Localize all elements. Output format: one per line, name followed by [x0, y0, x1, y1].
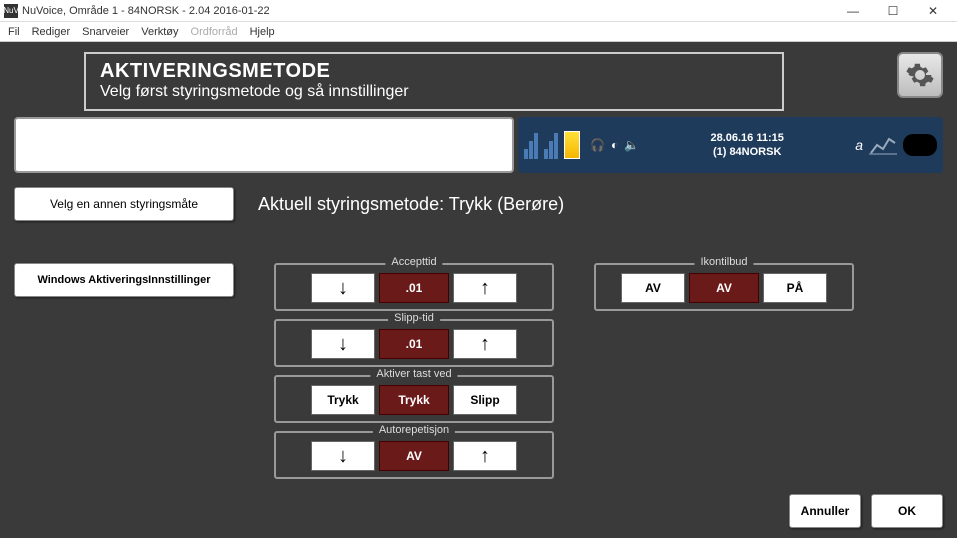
battery-icon: [564, 131, 580, 159]
autorep-decrease-button[interactable]: ↓: [311, 441, 375, 471]
arrow-down-icon: ↓: [338, 278, 348, 298]
menu-verktoy[interactable]: Verktøy: [141, 26, 178, 38]
font-size-indicator[interactable]: a: [855, 137, 863, 153]
mini-icons: 🎧 ◐ 🔈: [590, 138, 639, 152]
status-area: (1) 84NORSK: [647, 145, 847, 159]
menu-ordforrad[interactable]: Ordforråd: [191, 26, 238, 38]
accepttid-value: .01: [379, 273, 449, 303]
volume-bars-icon: [524, 131, 538, 159]
speaker-icon: 🔈: [624, 138, 639, 152]
group-label-ikontilbud: Ikontilbud: [694, 256, 753, 268]
close-button[interactable]: ✕: [913, 1, 953, 21]
page-subtitle: Velg først styringsmetode og så innstill…: [100, 83, 768, 101]
group-ikontilbud: Ikontilbud AV AV PÅ: [594, 263, 854, 311]
maximize-button[interactable]: ☐: [873, 1, 913, 21]
group-label-accepttid: Accepttid: [385, 256, 442, 268]
signal-bars-icon: [544, 131, 558, 159]
text-output-area[interactable]: [14, 117, 514, 173]
headphones-icon: 🎧: [590, 138, 605, 152]
arrow-down-icon: ↓: [338, 446, 348, 466]
menu-rediger[interactable]: Rediger: [32, 26, 71, 38]
footer-buttons: Annuller OK: [789, 494, 943, 528]
menu-hjelp[interactable]: Hjelp: [250, 26, 275, 38]
chart-icon[interactable]: [869, 135, 897, 155]
windows-activation-settings-button[interactable]: Windows AktiveringsInnstillinger: [14, 263, 234, 297]
arrow-up-icon: ↑: [480, 278, 490, 298]
current-mode-label: Aktuell styringsmetode: Trykk (Berøre): [258, 194, 564, 215]
ikontilbud-pa-option[interactable]: PÅ: [763, 273, 827, 303]
app-body: AKTIVERINGSMETODE Velg først styringsmet…: [0, 42, 957, 538]
arrow-down-icon: ↓: [338, 334, 348, 354]
group-slipptid: Slipp-tid ↓ .01 ↑: [274, 319, 554, 367]
ikontilbud-av-option[interactable]: AV: [621, 273, 685, 303]
group-aktiver-tast: Aktiver tast ved Trykk Trykk Slipp: [274, 375, 554, 423]
slipptid-value: .01: [379, 329, 449, 359]
arrow-up-icon: ↑: [480, 334, 490, 354]
cancel-button[interactable]: Annuller: [789, 494, 861, 528]
page-title: AKTIVERINGSMETODE: [100, 60, 768, 83]
autorep-value: AV: [379, 441, 449, 471]
group-autorep: Autorepetisjon ↓ AV ↑: [274, 431, 554, 479]
aktiver-slipp-option[interactable]: Slipp: [453, 385, 517, 415]
speech-bubble-icon[interactable]: [903, 134, 937, 156]
ok-button[interactable]: OK: [871, 494, 943, 528]
accepttid-increase-button[interactable]: ↑: [453, 273, 517, 303]
group-label-slipptid: Slipp-tid: [388, 312, 440, 324]
slipptid-increase-button[interactable]: ↑: [453, 329, 517, 359]
settings-gear-button[interactable]: [897, 52, 943, 98]
app-icon: NuV: [4, 4, 18, 18]
group-accepttid: Accepttid ↓ .01 ↑: [274, 263, 554, 311]
status-datetime: 28.06.16 11:15: [647, 131, 847, 145]
eye-icon: ◐: [611, 138, 618, 152]
ikontilbud-value: AV: [689, 273, 759, 303]
menubar: Fil Rediger Snarveier Verktøy Ordforråd …: [0, 22, 957, 42]
window-title: NuVoice, Område 1 - 84NORSK - 2.04 2016-…: [22, 5, 833, 17]
window-controls: — ☐ ✕: [833, 1, 953, 21]
slipptid-decrease-button[interactable]: ↓: [311, 329, 375, 359]
group-label-aktiver: Aktiver tast ved: [370, 368, 457, 380]
gear-icon: [905, 60, 935, 90]
window-titlebar: NuV NuVoice, Område 1 - 84NORSK - 2.04 2…: [0, 0, 957, 22]
menu-snarveier[interactable]: Snarveier: [82, 26, 129, 38]
header-box: AKTIVERINGSMETODE Velg først styringsmet…: [84, 52, 784, 111]
choose-other-mode-button[interactable]: Velg en annen styringsmåte: [14, 187, 234, 221]
aktiver-trykk-option[interactable]: Trykk: [311, 385, 375, 415]
status-panel: 🎧 ◐ 🔈 28.06.16 11:15 (1) 84NORSK a: [518, 117, 943, 173]
aktiver-value: Trykk: [379, 385, 449, 415]
minimize-button[interactable]: —: [833, 1, 873, 21]
menu-fil[interactable]: Fil: [8, 26, 20, 38]
group-label-autorep: Autorepetisjon: [373, 424, 455, 436]
autorep-increase-button[interactable]: ↑: [453, 441, 517, 471]
arrow-up-icon: ↑: [480, 446, 490, 466]
accepttid-decrease-button[interactable]: ↓: [311, 273, 375, 303]
